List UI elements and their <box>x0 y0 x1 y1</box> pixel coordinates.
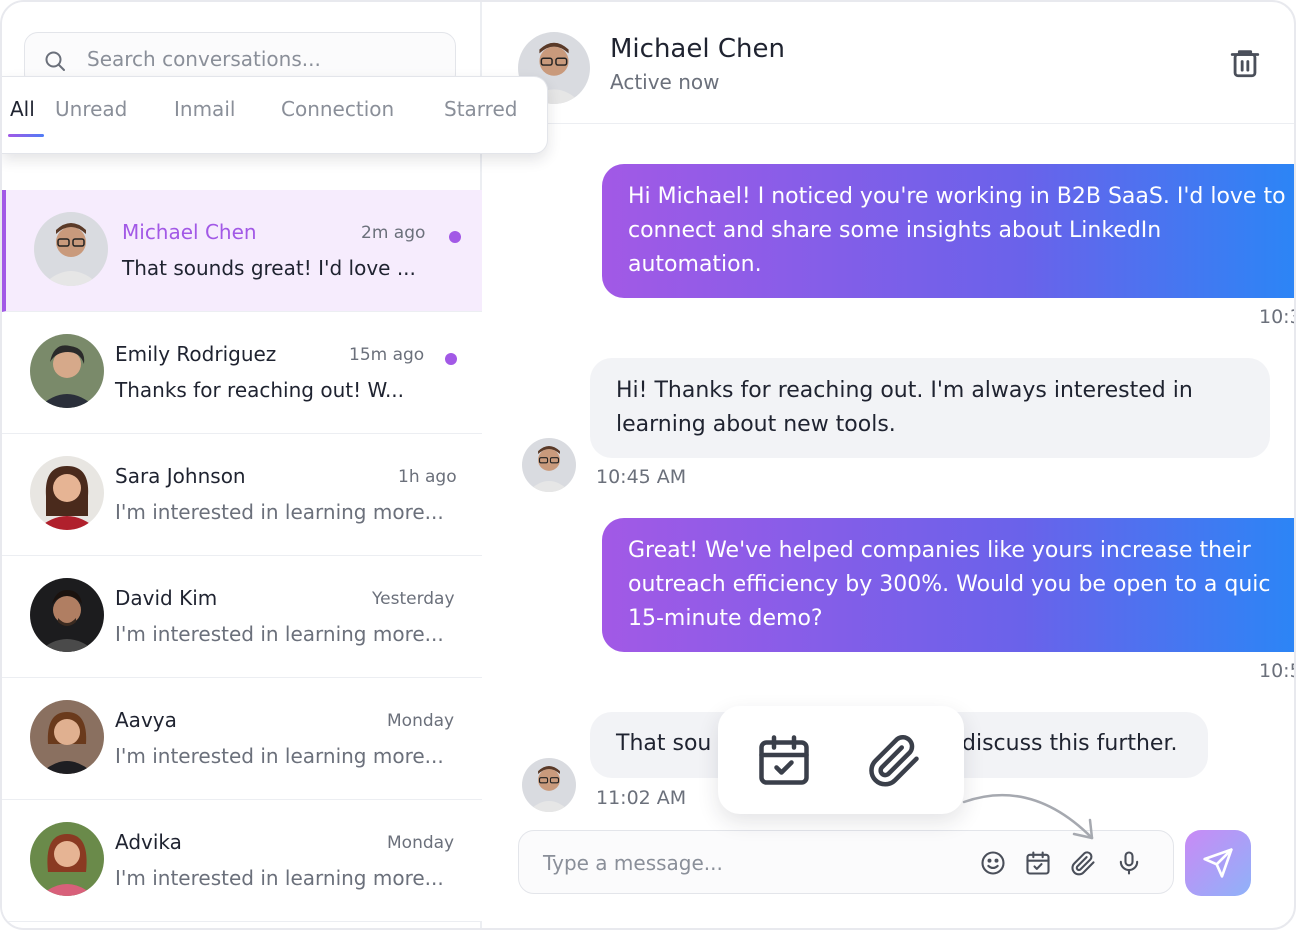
message-time: 15m ago <box>349 345 425 365</box>
message-preview: I'm interested in learning more... <box>115 622 444 646</box>
message-line: That sou <box>616 731 712 756</box>
message-timestamp: 11:02 AM <box>596 787 687 809</box>
contact-name: Emily Rodriguez <box>115 342 277 366</box>
calendar-icon[interactable] <box>1024 849 1052 877</box>
contact-name: David Kim <box>115 586 218 610</box>
pointer-arrow-icon <box>962 793 1094 840</box>
message-timestamp: 10:3 <box>1259 306 1294 328</box>
unread-dot <box>445 353 457 365</box>
message-line: connect and share some insights about Li… <box>628 218 1162 243</box>
avatar <box>30 700 104 774</box>
send-icon <box>1203 848 1233 878</box>
presence-status: Active now <box>610 70 720 94</box>
message-timestamp: 10:5 <box>1259 660 1294 682</box>
contact-name: Aavya <box>115 708 177 732</box>
filter-tabs: All Unread Inmail Connection Starred <box>2 76 548 154</box>
message-preview: I'm interested in learning more... <box>115 500 444 524</box>
message-preview: Thanks for reaching out! W... <box>115 378 405 402</box>
attachment-popup <box>718 706 964 814</box>
tab-starred[interactable]: Starred <box>444 97 517 121</box>
active-tab-indicator <box>8 134 44 137</box>
message-preview: I'm interested in learning more... <box>115 866 444 890</box>
message-time: Monday <box>387 833 455 853</box>
avatar <box>30 334 104 408</box>
message-line: learning about new tools. <box>616 412 896 437</box>
unread-dot <box>449 231 461 243</box>
chat-panel: Michael Chen Active now Hi Michael! I no… <box>482 2 1294 928</box>
message-line: outreach efficiency by 300%. Would you b… <box>628 572 1271 597</box>
conversation-item-advika[interactable]: Advika Monday I'm interested in learning… <box>2 800 482 922</box>
received-message: Hi! Thanks for reaching out. I'm always … <box>590 358 1270 458</box>
send-button[interactable] <box>1185 830 1251 896</box>
conversation-item-aavya[interactable]: Aavya Monday I'm interested in learning … <box>2 678 482 800</box>
sender-avatar <box>522 758 576 812</box>
paperclip-icon[interactable] <box>1069 849 1097 877</box>
conversation-list-panel: Search conversations... All Unread Inmai… <box>2 2 548 928</box>
contact-name: Advika <box>115 830 182 854</box>
avatar <box>30 822 104 896</box>
message-line: automation. <box>628 252 762 277</box>
message-time: 2m ago <box>361 223 426 243</box>
sender-avatar <box>522 438 576 492</box>
messaging-app: Search conversations... All Unread Inmai… <box>0 0 1296 930</box>
emoji-icon[interactable] <box>979 849 1007 877</box>
message-line: Hi Michael! I noticed you're working in … <box>628 184 1286 209</box>
message-line: Hi! Thanks for reaching out. I'm always … <box>616 378 1193 403</box>
chat-header: Michael Chen Active now <box>482 2 1294 124</box>
message-line: 15-minute demo? <box>628 606 823 631</box>
message-time: 1h ago <box>398 467 457 487</box>
search-icon <box>45 51 65 71</box>
conversation-item-emily-rodriguez[interactable]: Emily Rodriguez 15m ago Thanks for reach… <box>2 312 482 434</box>
message-time: Yesterday <box>372 589 455 609</box>
avatar <box>34 212 108 286</box>
chat-contact-name: Michael Chen <box>610 34 785 64</box>
message-timestamp: 10:45 AM <box>596 466 687 488</box>
search-placeholder: Search conversations... <box>87 47 321 71</box>
paperclip-icon[interactable] <box>864 730 924 790</box>
message-preview: That sounds great! I'd love ... <box>122 256 416 280</box>
contact-name: Sara Johnson <box>115 464 246 488</box>
avatar <box>30 456 104 530</box>
conversation-item-sara-johnson[interactable]: Sara Johnson 1h ago I'm interested in le… <box>2 434 482 556</box>
tab-inmail[interactable]: Inmail <box>174 97 235 121</box>
calendar-icon[interactable] <box>754 730 814 790</box>
conversation-item-michael-chen[interactable]: Michael Chen 2m ago That sounds great! I… <box>2 190 482 312</box>
sent-message: Hi Michael! I noticed you're working in … <box>602 164 1294 298</box>
message-line: Great! We've helped companies like yours… <box>628 538 1251 563</box>
microphone-icon[interactable] <box>1115 849 1143 877</box>
trash-icon[interactable] <box>1228 46 1262 80</box>
message-preview: I'm interested in learning more... <box>115 744 444 768</box>
tab-connection[interactable]: Connection <box>281 97 394 121</box>
tab-unread[interactable]: Unread <box>55 97 127 121</box>
conversation-item-david-kim[interactable]: David Kim Yesterday I'm interested in le… <box>2 556 482 678</box>
message-line: discuss this further. <box>962 731 1178 756</box>
contact-name: Michael Chen <box>122 220 257 244</box>
message-time: Monday <box>387 711 455 731</box>
message-placeholder: Type a message... <box>543 851 723 875</box>
sent-message: Great! We've helped companies like yours… <box>602 518 1294 652</box>
avatar <box>30 578 104 652</box>
tab-all[interactable]: All <box>10 97 35 121</box>
